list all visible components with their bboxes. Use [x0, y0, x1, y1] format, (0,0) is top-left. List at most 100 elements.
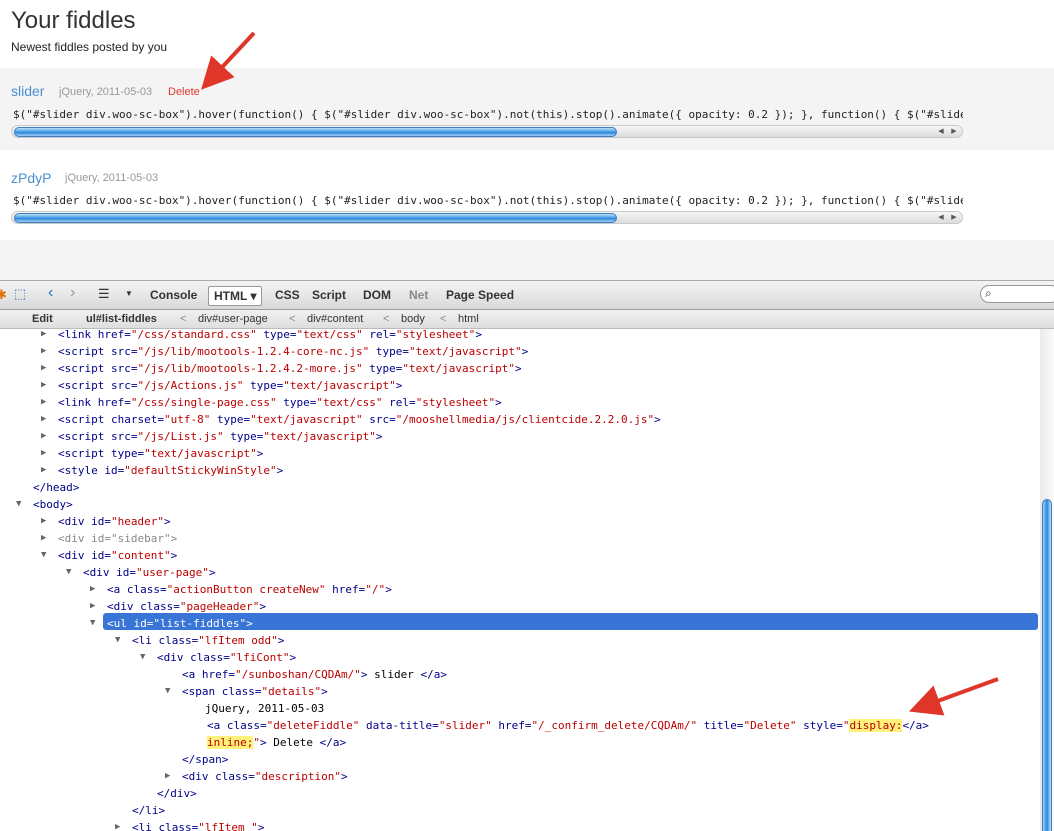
fiddle-code: $("#slider div.woo-sc-box").hover(functi…	[13, 108, 963, 121]
crumb-div-user-page[interactable]: div#user-page	[198, 313, 268, 325]
breadcrumb: Edit ul#list-fiddles < div#user-page < d…	[0, 310, 1054, 329]
forward-icon[interactable]: ›	[70, 284, 75, 302]
chevron-down-icon[interactable]: ▼	[125, 289, 133, 298]
expanded-twisty-icon[interactable]: ▼	[115, 632, 120, 649]
expanded-twisty-icon[interactable]: ▼	[41, 547, 46, 564]
tree-node[interactable]: <script src="/js/Actions.js" type="text/…	[58, 377, 402, 394]
tab-css[interactable]: CSS	[275, 288, 300, 302]
fiddle-link[interactable]: slider	[11, 83, 44, 99]
collapsed-twisty-icon[interactable]: ▶	[41, 530, 46, 547]
tree-node[interactable]: <div class="lfiCont">	[157, 649, 296, 666]
scrollbar-thumb[interactable]	[14, 127, 617, 137]
tree-node[interactable]: <span class="details">	[182, 683, 328, 700]
fiddle-code: $("#slider div.woo-sc-box").hover(functi…	[13, 194, 963, 207]
tree-node[interactable]: <div id="user-page">	[83, 564, 215, 581]
horizontal-scrollbar[interactable]: ◀ ▶	[11, 211, 963, 224]
collapsed-twisty-icon[interactable]: ▶	[41, 343, 46, 360]
expanded-twisty-icon[interactable]: ▼	[16, 496, 21, 513]
horizontal-scrollbar[interactable]: ◀ ▶	[11, 125, 963, 138]
tab-dom[interactable]: DOM	[363, 288, 391, 302]
tree-node[interactable]: <ul id="list-fiddles">	[107, 615, 253, 632]
scroll-left-icon[interactable]: ◀	[935, 212, 947, 223]
collapsed-twisty-icon[interactable]: ▶	[115, 819, 120, 831]
tree-node[interactable]: <link href="/css/standard.css" type="tex…	[58, 329, 482, 343]
tree-node[interactable]: <style id="defaultStickyWinStyle">	[58, 462, 283, 479]
expanded-twisty-icon[interactable]: ▼	[66, 564, 71, 581]
tab-script[interactable]: Script	[312, 288, 346, 302]
inspect-icon[interactable]: ⬚	[14, 286, 26, 302]
tab-page-speed[interactable]: Page Speed	[446, 288, 514, 302]
tree-node[interactable]: <div class="description">	[182, 768, 348, 785]
vertical-scrollbar[interactable]	[1040, 329, 1054, 831]
tree-node[interactable]: <div class="pageHeader">	[107, 598, 266, 615]
scroll-left-icon[interactable]: ◀	[935, 126, 947, 137]
scrollbar-thumb[interactable]	[1042, 499, 1052, 831]
collapsed-twisty-icon[interactable]: ▶	[41, 377, 46, 394]
firebug-toolbar: ✱ ⬚ ‹ › ☰ ▼ Console HTML ▾ CSS Script DO…	[0, 280, 1054, 310]
tree-node[interactable]: <div id="content">	[58, 547, 177, 564]
collapsed-twisty-icon[interactable]: ▶	[41, 394, 46, 411]
tree-node[interactable]: <li class="lfItem odd">	[132, 632, 284, 649]
tree-node[interactable]: <script type="text/javascript">	[58, 445, 263, 462]
collapsed-twisty-icon[interactable]: ▶	[41, 411, 46, 428]
tree-node[interactable]: <script src="/js/lib/mootools-1.2.4-core…	[58, 343, 528, 360]
edit-button[interactable]: Edit	[32, 313, 53, 325]
crumb-separator: <	[289, 313, 296, 325]
collapsed-twisty-icon[interactable]: ▶	[90, 581, 95, 598]
page-title: Your fiddles	[11, 7, 136, 34]
crumb-separator: <	[180, 313, 187, 325]
collapsed-twisty-icon[interactable]: ▶	[41, 329, 46, 343]
crumb-div-content[interactable]: div#content	[307, 313, 363, 325]
collapsed-twisty-icon[interactable]: ▶	[90, 598, 95, 615]
delete-link[interactable]: Delete	[168, 86, 200, 98]
tab-net[interactable]: Net	[409, 288, 428, 302]
tree-node[interactable]: jQuery, 2011-05-03	[205, 700, 324, 717]
collapsed-twisty-icon[interactable]: ▶	[41, 428, 46, 445]
list-icon[interactable]: ☰	[98, 286, 110, 302]
collapsed-twisty-icon[interactable]: ▶	[41, 513, 46, 530]
tree-node[interactable]: <a href="/sunboshan/CQDAm/"> slider </a>	[182, 666, 447, 683]
crumb-body[interactable]: body	[401, 313, 425, 325]
tree-node-continuation: inline;"> Delete </a>	[207, 736, 347, 749]
expanded-twisty-icon[interactable]: ▼	[165, 683, 170, 700]
collapsed-twisty-icon[interactable]: ▶	[41, 360, 46, 377]
scroll-right-icon[interactable]: ▶	[948, 212, 960, 223]
crumb-html[interactable]: html	[458, 313, 479, 325]
page-subtitle: Newest fiddles posted by you	[11, 40, 168, 54]
page-bottom	[0, 240, 1054, 280]
tree-node[interactable]: <script src="/js/List.js" type="text/jav…	[58, 428, 383, 445]
tab-console[interactable]: Console	[150, 288, 197, 302]
fiddle-meta: jQuery, 2011-05-03	[59, 86, 153, 98]
crumb-separator: <	[440, 313, 447, 325]
fiddle-link[interactable]: zPdyP	[11, 170, 51, 186]
crumb-ul-list-fiddles[interactable]: ul#list-fiddles	[86, 313, 157, 325]
tree-node[interactable]: </span>	[182, 751, 228, 768]
collapsed-twisty-icon[interactable]: ▶	[41, 462, 46, 479]
firebug-icon[interactable]: ✱	[0, 287, 7, 303]
tree-node[interactable]: <a class="actionButton createNew" href="…	[107, 581, 392, 598]
tree-node[interactable]: <div id="sidebar">	[58, 530, 177, 547]
expanded-twisty-icon[interactable]: ▼	[90, 615, 95, 632]
tree-node[interactable]: <script charset="utf-8" type="text/javas…	[58, 411, 661, 428]
scroll-right-icon[interactable]: ▶	[948, 126, 960, 137]
collapsed-twisty-icon[interactable]: ▶	[165, 768, 170, 785]
search-icon: ⌕	[985, 286, 992, 300]
expanded-twisty-icon[interactable]: ▼	[140, 649, 145, 666]
fiddle-meta: jQuery, 2011-05-03	[65, 172, 159, 184]
scrollbar-thumb[interactable]	[14, 213, 617, 223]
tree-node[interactable]: </div>	[157, 785, 197, 802]
back-icon[interactable]: ‹	[48, 284, 53, 302]
html-tree: ▶ <link href="/css/standard.css" type="te…	[0, 329, 1040, 831]
tree-node[interactable]: </head>	[33, 479, 79, 496]
tree-node[interactable]: <body>	[33, 496, 73, 513]
tree-node[interactable]: </li>	[132, 802, 165, 819]
tree-node[interactable]: <link href="/css/single-page.css" type="…	[58, 394, 502, 411]
tree-node[interactable]: <div id="header">	[58, 513, 171, 530]
tree-node[interactable]: <script src="/js/lib/mootools-1.2.4.2-mo…	[58, 360, 522, 377]
search-input[interactable]: ⌕	[980, 285, 1054, 303]
tree-node[interactable]: <a class="deleteFiddle" data-title="slid…	[207, 717, 929, 734]
crumb-separator: <	[383, 313, 390, 325]
tab-html[interactable]: HTML ▾	[208, 286, 263, 306]
tree-node[interactable]: <li class="lfItem ">	[132, 819, 264, 831]
collapsed-twisty-icon[interactable]: ▶	[41, 445, 46, 462]
